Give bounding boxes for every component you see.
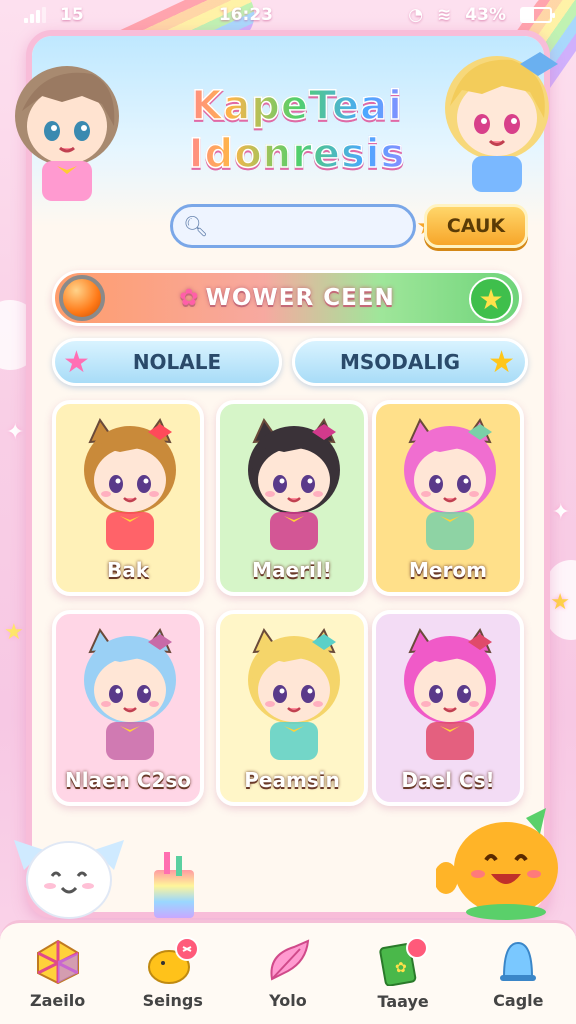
character-name: Nlaen C2so bbox=[64, 768, 192, 792]
sparkle-icon: ✦ bbox=[6, 420, 25, 445]
character-card[interactable]: Bak bbox=[52, 400, 204, 596]
duck-icon bbox=[147, 937, 199, 984]
alarm-icon: ◔ bbox=[408, 5, 424, 25]
main-panel: KapeTeai Idonresis 🔍︎ ★ CAUK ✿WOWER CEEN… bbox=[15, 30, 558, 918]
character-name: Merom bbox=[409, 558, 487, 582]
character-name: Peamsin bbox=[244, 768, 340, 792]
crayon-cup-icon bbox=[154, 852, 194, 918]
nav-item-yolo[interactable]: Yolo bbox=[238, 937, 338, 1010]
featured-banner-button[interactable]: ✿ WOWER CEEN ★ bbox=[52, 270, 522, 326]
yellow-star-icon: ★ bbox=[488, 344, 515, 380]
character-portrait bbox=[404, 627, 496, 760]
search-input[interactable] bbox=[208, 207, 417, 245]
gift-box-icon bbox=[36, 939, 79, 985]
app-title: KapeTeai Idonresis bbox=[162, 82, 432, 178]
signal-icon bbox=[24, 7, 46, 23]
feather-icon bbox=[270, 939, 310, 981]
sparkle-icon: ✦ bbox=[551, 500, 570, 525]
search-bar[interactable]: 🔍︎ ★ bbox=[170, 204, 438, 248]
nav-item-taaye[interactable]: ✿ Taaye bbox=[353, 936, 453, 1011]
star-badge-icon: ★ bbox=[469, 277, 513, 321]
tab-label: NOLALE bbox=[132, 350, 222, 374]
sparkle-icon: ★ bbox=[4, 620, 24, 645]
bell-icon bbox=[500, 941, 537, 981]
orb-icon bbox=[59, 275, 105, 321]
nav-item-zaeilo[interactable]: Zaeilo bbox=[8, 937, 108, 1010]
character-portrait bbox=[84, 627, 176, 760]
brown-hair-girl-avatar bbox=[15, 66, 119, 201]
white-mascot-icon bbox=[14, 840, 124, 919]
character-portrait bbox=[248, 417, 340, 550]
clock: 16:23 bbox=[218, 5, 273, 25]
tab-nolale[interactable]: ★ NOLALE bbox=[52, 338, 282, 386]
orange-mascot-icon bbox=[436, 808, 558, 920]
nav-item-seings[interactable]: Seings bbox=[123, 937, 223, 1010]
character-name: Dael Cs! bbox=[401, 768, 495, 792]
svg-text:✿: ✿ bbox=[395, 960, 407, 976]
character-portrait bbox=[248, 627, 340, 760]
blonde-girl-avatar bbox=[445, 52, 558, 192]
sparkle-icon: ★ bbox=[550, 590, 570, 615]
tab-msodalig[interactable]: MSODALIG ★ bbox=[292, 338, 528, 386]
tab-label: MSODALIG bbox=[340, 350, 460, 374]
cards-icon: ✿ bbox=[379, 937, 429, 986]
character-card[interactable]: Dael Cs! bbox=[372, 610, 524, 806]
character-portrait bbox=[404, 417, 496, 550]
status-left-text: 15 bbox=[60, 5, 84, 25]
battery-percent: 43% bbox=[465, 5, 506, 25]
search-button[interactable]: CAUK bbox=[424, 204, 528, 248]
character-card[interactable]: Maeril! bbox=[216, 400, 368, 596]
character-name: Maeril! bbox=[252, 558, 332, 582]
character-name: Bak bbox=[106, 558, 150, 582]
character-card[interactable]: Merom bbox=[372, 400, 524, 596]
character-card[interactable]: Peamsin bbox=[216, 610, 368, 806]
flower-icon: ✿ bbox=[179, 285, 200, 311]
banner-label: WOWER CEEN bbox=[205, 285, 395, 311]
pink-star-icon: ★ bbox=[63, 344, 90, 380]
character-card[interactable]: Nlaen C2so bbox=[52, 610, 204, 806]
character-portrait bbox=[84, 417, 176, 550]
wifi-icon: ≋ bbox=[437, 5, 452, 25]
search-icon: 🔍︎ bbox=[183, 214, 209, 238]
status-bar: 15 16:23 ◔ ≋ 43% bbox=[0, 0, 576, 30]
battery-icon bbox=[520, 7, 555, 23]
nav-item-cagle[interactable]: Cagle bbox=[468, 937, 568, 1010]
bottom-navigation: Zaeilo Seings Yolo ✿ Taaye Cagle bbox=[0, 920, 576, 1024]
